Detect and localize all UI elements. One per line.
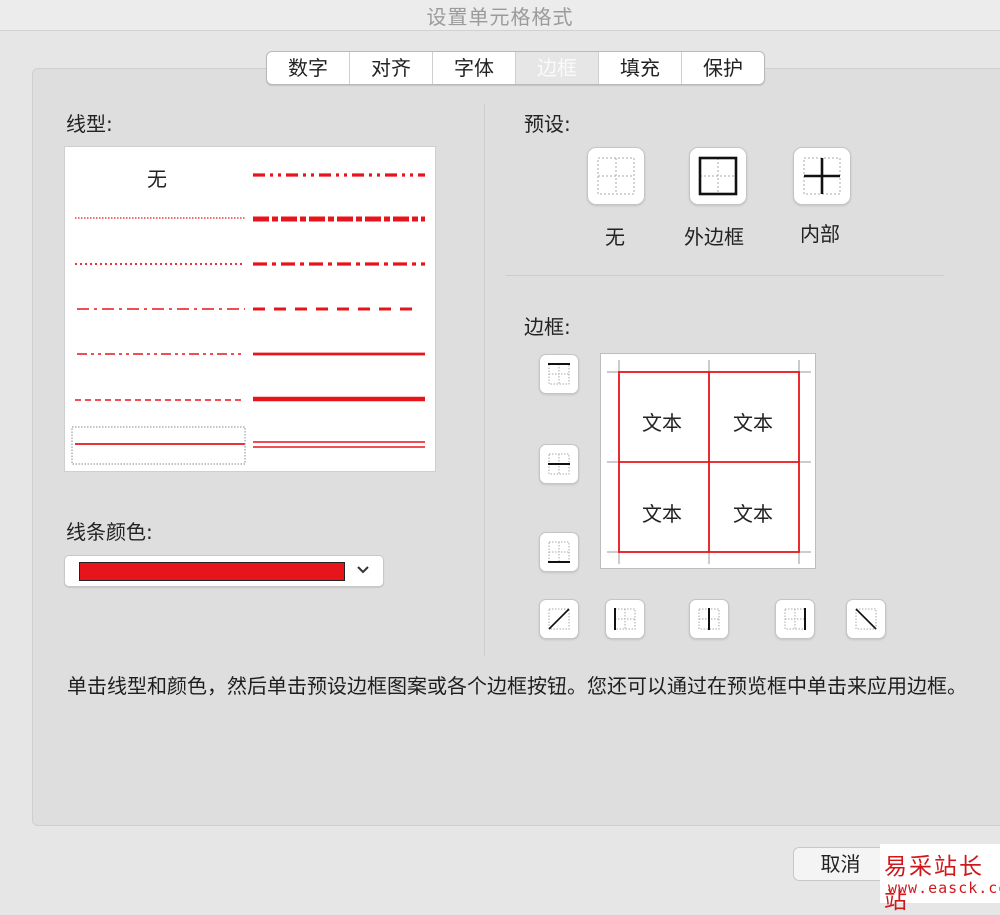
tab-alignment[interactable]: 对齐 xyxy=(350,52,433,84)
preset-outline-button[interactable] xyxy=(689,147,747,205)
tab-border[interactable]: 边框 xyxy=(516,52,599,84)
border-top-button[interactable] xyxy=(539,354,579,394)
preview-cell-3: 文本 xyxy=(642,502,682,526)
border-bottom-icon xyxy=(548,541,570,563)
preview-cell-4: 文本 xyxy=(733,502,773,526)
cancel-button[interactable]: 取消 xyxy=(793,847,888,881)
border-none-icon xyxy=(597,157,635,195)
horizontal-divider xyxy=(506,275,944,276)
chevron-down-icon xyxy=(357,566,369,574)
border-preview-grid xyxy=(607,360,811,564)
line-color-dropdown[interactable] xyxy=(64,555,384,587)
border-inside-horizontal-icon xyxy=(548,453,570,475)
border-label: 边框: xyxy=(524,315,571,339)
preset-inside-label: 内部 xyxy=(800,222,840,246)
border-right-button[interactable] xyxy=(775,599,815,639)
tab-bar: 数字 对齐 字体 边框 填充 保护 xyxy=(266,51,765,85)
border-left-icon xyxy=(614,608,636,630)
border-right-icon xyxy=(784,608,806,630)
diagonal-down-button[interactable] xyxy=(846,599,886,639)
border-inside-vertical-button[interactable] xyxy=(689,599,729,639)
line-style-label: 线型: xyxy=(66,112,113,136)
tab-fill[interactable]: 填充 xyxy=(599,52,682,84)
line-color-label: 线条颜色: xyxy=(66,520,153,544)
watermark-url: www.easck.com xyxy=(888,879,1000,897)
preset-outline-label: 外边框 xyxy=(684,225,744,249)
window-title: 设置单元格格式 xyxy=(426,5,574,29)
tab-font[interactable]: 字体 xyxy=(433,52,516,84)
presets-label: 预设: xyxy=(524,112,571,136)
title-bar: 设置单元格格式 xyxy=(0,0,1000,31)
line-style-samples xyxy=(71,173,425,465)
line-color-swatch xyxy=(79,562,345,581)
border-inside-icon xyxy=(803,157,841,195)
tab-protection[interactable]: 保护 xyxy=(682,52,764,84)
preset-none-button[interactable] xyxy=(587,147,645,205)
border-outline-icon xyxy=(698,156,738,196)
preset-none-label: 无 xyxy=(605,225,625,249)
border-left-button[interactable] xyxy=(605,599,645,639)
border-inside-horizontal-button[interactable] xyxy=(539,444,579,484)
preview-cell-2: 文本 xyxy=(733,411,773,435)
diagonal-up-button[interactable] xyxy=(539,599,579,639)
diagonal-down-icon xyxy=(855,608,877,630)
diagonal-up-icon xyxy=(548,608,570,630)
tab-number[interactable]: 数字 xyxy=(267,52,350,84)
preset-inside-button[interactable] xyxy=(793,147,851,205)
vertical-divider xyxy=(484,104,485,656)
help-text: 单击线型和颜色，然后单击预设边框图案或各个边框按钮。您还可以通过在预览框中单击来… xyxy=(67,674,967,698)
border-preview[interactable]: 文本 文本 文本 文本 xyxy=(600,353,816,569)
line-style-list: 无 xyxy=(64,146,436,472)
border-top-icon xyxy=(548,363,570,385)
watermark: 易采站长站 www.easck.com xyxy=(880,844,1000,914)
line-style-selection xyxy=(71,426,246,465)
border-inside-vertical-icon xyxy=(698,608,720,630)
preview-cell-1: 文本 xyxy=(642,411,682,435)
border-bottom-button[interactable] xyxy=(539,532,579,572)
